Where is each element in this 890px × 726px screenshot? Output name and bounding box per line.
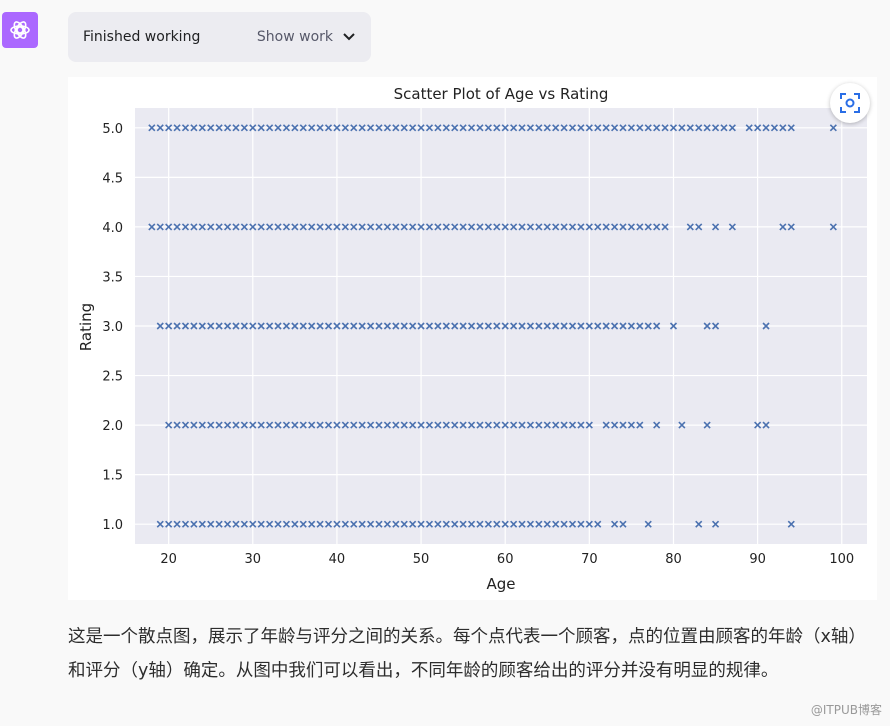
x-axis-label: Age (486, 575, 515, 593)
x-tick-label: 20 (160, 552, 177, 567)
x-tick-label: 40 (329, 552, 346, 567)
x-tick-label: 100 (829, 552, 854, 567)
y-axis-label: Rating (77, 303, 95, 351)
scatter-chart: 20 30 40 50 60 70 80 90 100 1.0 1.5 2.0 2.5 3.0 3.5 4.0… (77, 85, 867, 593)
y-tick-label: 3.5 (102, 270, 123, 285)
y-tick-label: 5.0 (102, 122, 123, 137)
chart-description: 这是一个散点图，展示了年龄与评分之间的关系。每个点代表一个顾客，点的位置由顾客的… (68, 627, 866, 681)
openai-logo-icon (2, 12, 38, 48)
x-tick-label: 70 (581, 552, 598, 567)
chart-figure: 20 30 40 50 60 70 80 90 100 1.0 1.5 2.0 2.5 3.0 3.5 4.0… (68, 77, 877, 600)
y-tick-label: 1.5 (102, 469, 123, 484)
work-status-bar[interactable]: Finished working Show work (68, 12, 371, 62)
y-tick-label: 4.5 (102, 171, 123, 186)
show-work-button[interactable]: Show work (257, 29, 333, 45)
chevron-down-icon[interactable] (343, 29, 355, 45)
y-tick-label: 4.0 (102, 221, 123, 236)
x-tick-label: 80 (665, 552, 682, 567)
y-tick-label: 2.0 (102, 419, 123, 434)
chart-title: Scatter Plot of Age vs Rating (394, 85, 609, 103)
status-title: Finished working (83, 29, 201, 45)
x-tick-label: 90 (749, 552, 766, 567)
watermark: @ITPUB博客 (810, 703, 882, 717)
y-tick-label: 1.0 (102, 518, 123, 533)
y-tick-label: 2.5 (102, 370, 123, 385)
x-tick-label: 50 (413, 552, 430, 567)
x-tick-label: 30 (245, 552, 262, 567)
expand-image-icon[interactable] (830, 83, 870, 123)
y-tick-label: 3.0 (102, 320, 123, 335)
x-tick-label: 60 (497, 552, 514, 567)
